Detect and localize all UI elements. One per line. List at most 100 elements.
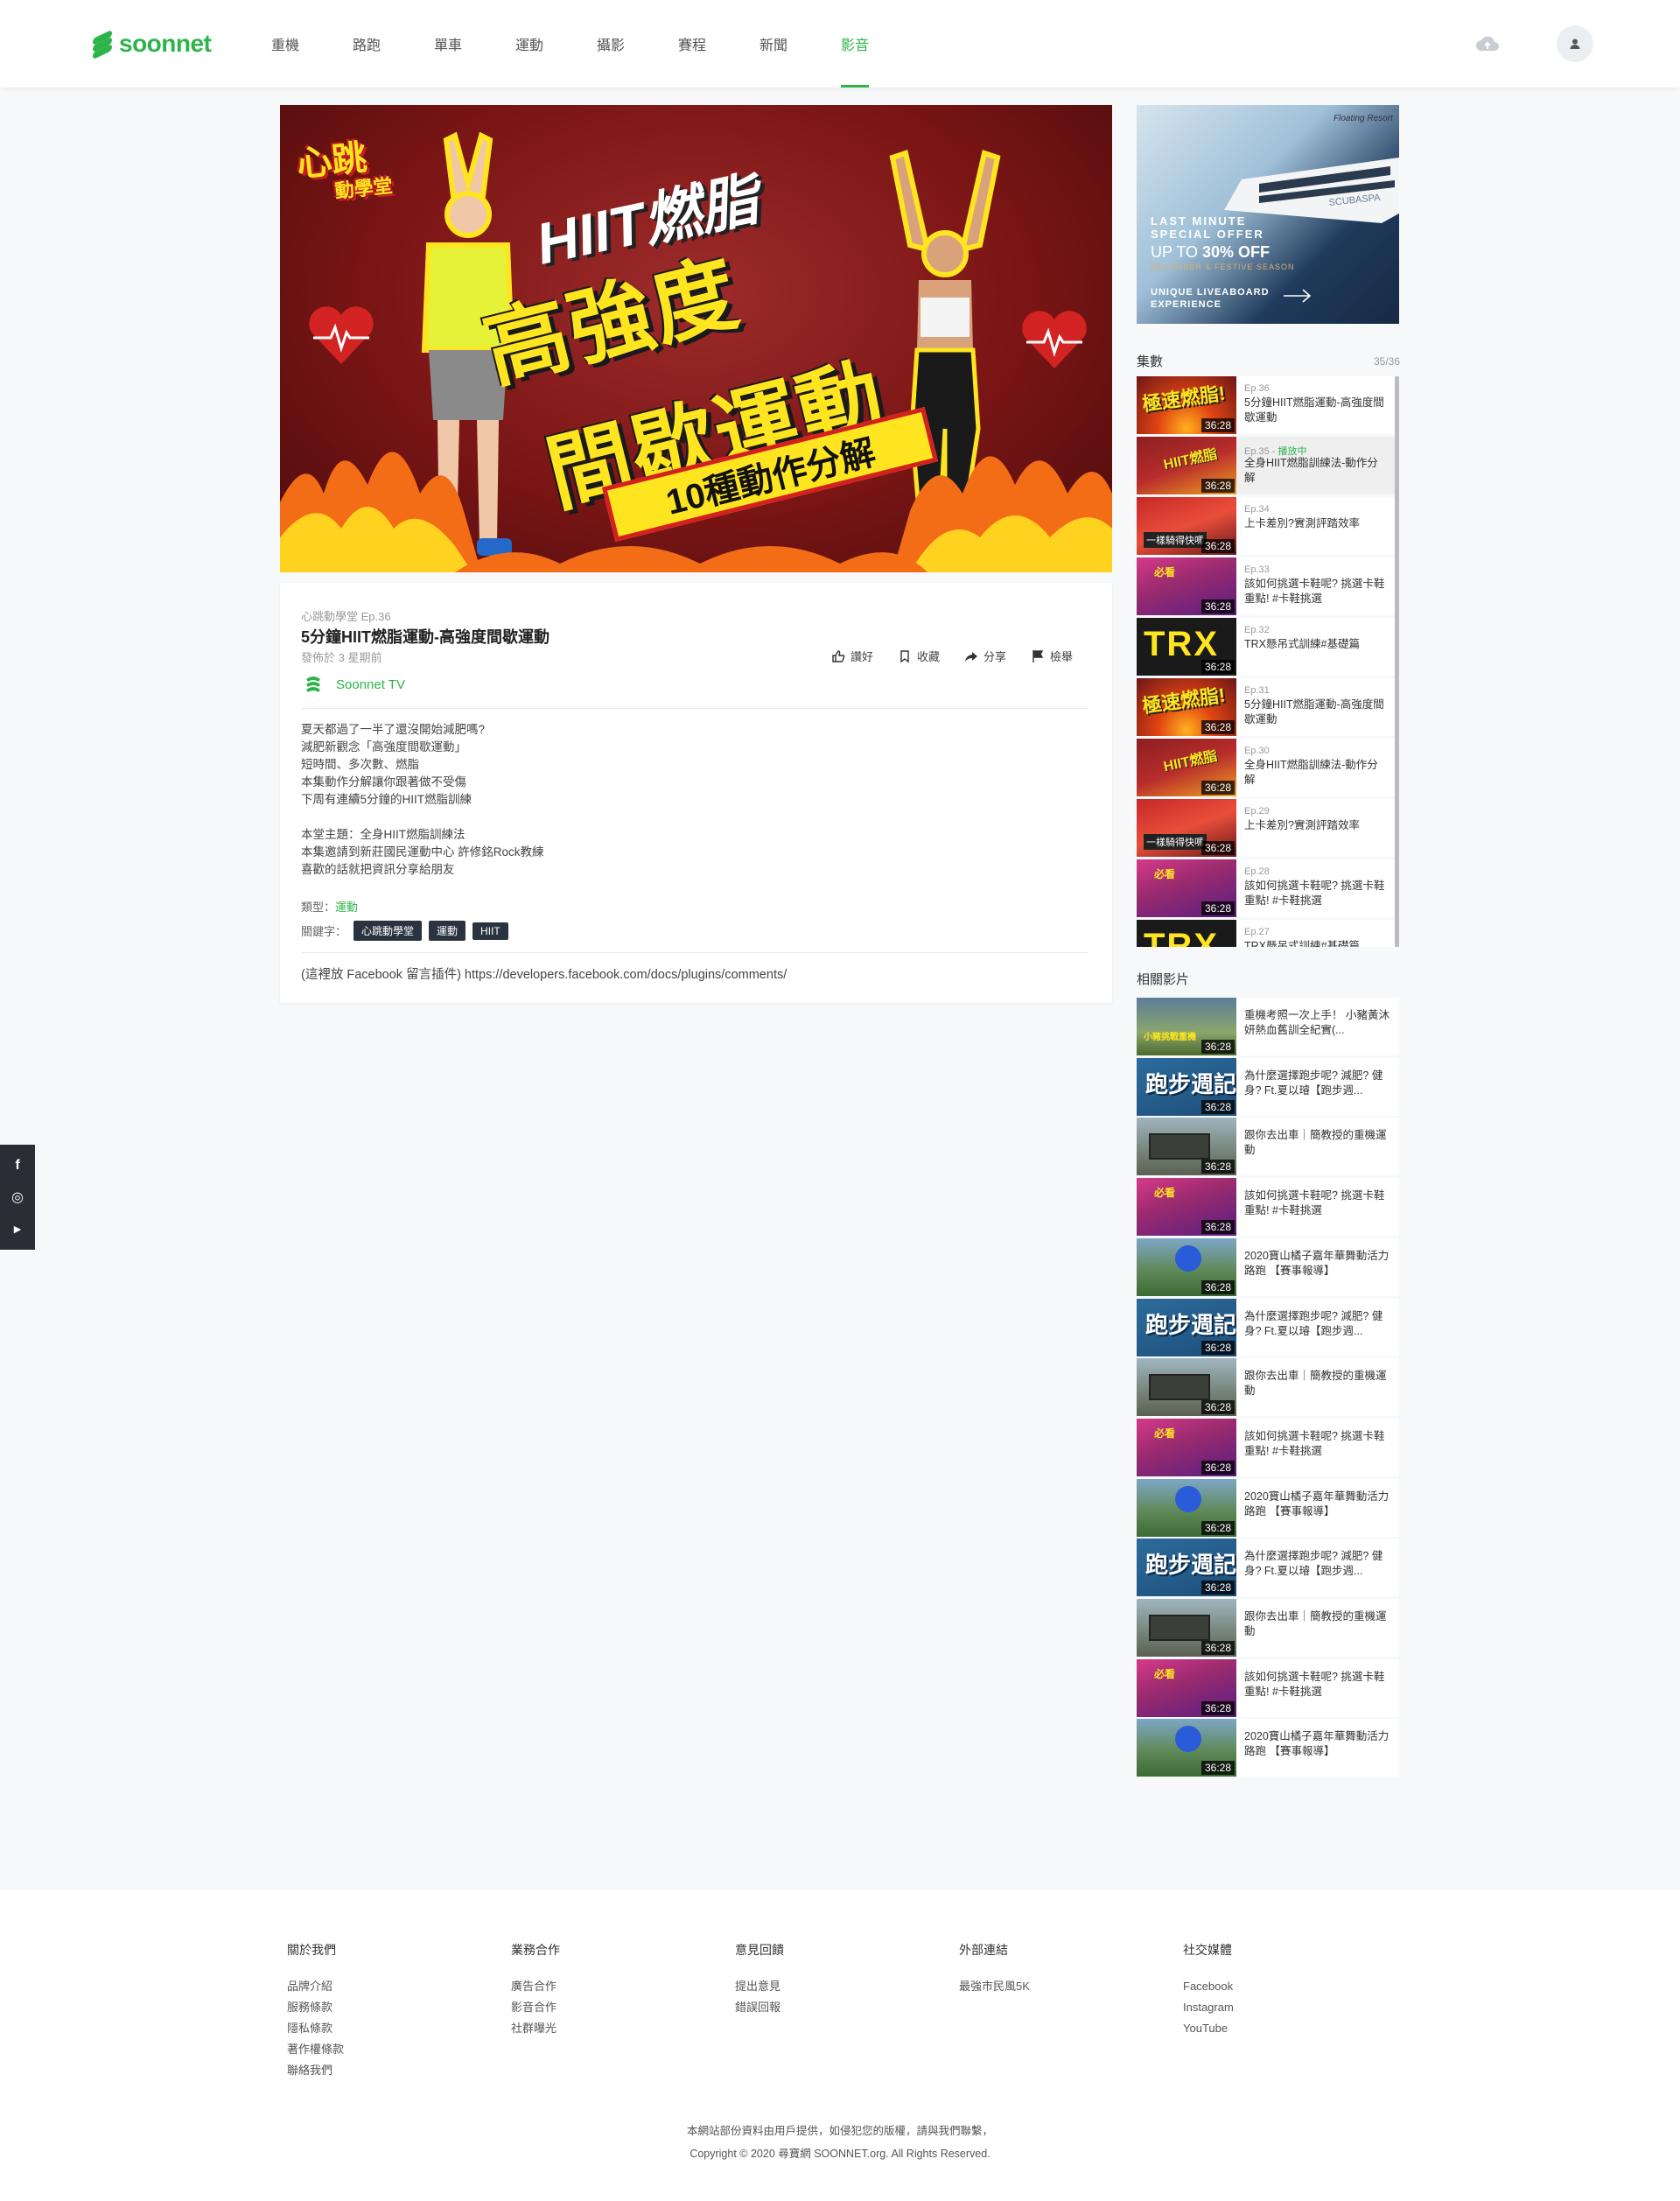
thumbnail-text: TRX — [1144, 927, 1219, 947]
ad-cta2: EXPERIENCE — [1151, 299, 1222, 310]
channel-link[interactable]: Soonnet TV — [301, 672, 405, 697]
series-label[interactable]: 心跳動學堂 Ep.36 — [301, 607, 391, 624]
episode-number: Ep.33 — [1244, 564, 1270, 575]
episode-number: Ep.30 — [1244, 746, 1270, 756]
footer-column: 意見回饋 提出意見 錯誤回報 — [735, 1941, 784, 2018]
share-button[interactable]: 分享 — [964, 648, 1006, 664]
footer-link[interactable]: 服務條款 — [287, 1997, 344, 2018]
logo-text: soonnet — [119, 30, 212, 57]
footer-link[interactable]: 隱私條款 — [287, 2018, 344, 2039]
nav-item-photography[interactable]: 攝影 — [597, 0, 678, 88]
episode-item[interactable]: 一樣騎得快嗎 36:28 Ep.29 上卡差別?實測評踏效率 — [1137, 799, 1395, 857]
save-button[interactable]: 收藏 — [898, 648, 940, 664]
like-button[interactable]: 讚好 — [831, 648, 873, 664]
cloud-upload-icon[interactable] — [1474, 32, 1501, 56]
related-video-item[interactable]: 36:28 2020寶山橘子嘉年華舞動活力路跑 【賽事報導】 — [1137, 1238, 1399, 1296]
divider — [301, 952, 1088, 953]
thumbnail-text: 極速燃脂! — [1140, 382, 1227, 416]
footer-link[interactable]: 著作權條款 — [287, 2039, 344, 2060]
tag-chip[interactable]: 運動 — [429, 921, 466, 941]
video-thumbnail: 必看 36:28 — [1137, 1659, 1236, 1717]
related-video-item[interactable]: 36:28 2020寶山橘子嘉年華舞動活力路跑 【賽事報導】 — [1137, 1479, 1399, 1537]
nav-item-schedule[interactable]: 賽程 — [678, 0, 760, 88]
footer-link[interactable]: 社群曝光 — [511, 2018, 560, 2039]
episode-item[interactable]: 極速燃脂! 36:28 Ep.31 5分鐘HIIT燃脂運動-高強度間歇運動 — [1137, 678, 1395, 736]
related-video-item[interactable]: 跑步週記 36:28 為什麼選擇跑步呢? 減肥? 健身? Ft.夏以璿【跑步週... — [1137, 1539, 1399, 1596]
youtube-icon[interactable]: ▶ — [9, 1220, 26, 1237]
user-avatar-button[interactable] — [1557, 25, 1593, 62]
like-label: 讚好 — [850, 650, 874, 663]
footer-link[interactable]: YouTube — [1183, 2018, 1234, 2039]
episode-scrollbar[interactable] — [1395, 376, 1399, 947]
footer-link[interactable]: 廣告合作 — [511, 1976, 560, 1997]
duration-badge: 36:28 — [1200, 1701, 1235, 1715]
ad-season: DECEMBER & FESTIVE SEASON — [1151, 263, 1295, 271]
footer-link[interactable]: 影音合作 — [511, 1997, 560, 2018]
related-video-item[interactable]: 36:28 2020寶山橘子嘉年華舞動活力路跑 【賽事報導】 — [1137, 1719, 1399, 1777]
episode-item[interactable]: HIIT燃脂 36:28 Ep.35 - 播放中 全身HIIT燃脂訓練法-動作分解 — [1137, 437, 1395, 494]
instagram-icon[interactable]: ◎ — [9, 1188, 26, 1206]
related-heading: 相關影片 — [1137, 972, 1190, 987]
facebook-icon[interactable]: f — [9, 1157, 26, 1174]
duration-badge: 36:28 — [1200, 1040, 1235, 1054]
related-video-item[interactable]: 必看 36:28 該如何挑選卡鞋呢? 挑選卡鞋重點! #卡鞋挑選 — [1137, 1178, 1399, 1236]
tags-label: 關鍵字： — [301, 925, 347, 938]
footer-link[interactable]: Facebook — [1183, 1976, 1234, 1997]
footer-column-heading: 關於我們 — [287, 1943, 336, 1957]
nav-item-news[interactable]: 新聞 — [760, 0, 841, 88]
episode-title: 該如何挑選卡鞋呢? 挑選卡鞋重點! #卡鞋挑選 — [1244, 578, 1385, 605]
related-video-item[interactable]: 小豬挑戰重機 36:28 重機考照一次上手！ 小豬黃沐妍熱血舊訓全紀實(... — [1137, 998, 1399, 1055]
footer-link[interactable]: 聯絡我們 — [287, 2060, 344, 2081]
duration-badge: 36:28 — [1200, 599, 1235, 613]
episode-item[interactable]: HIIT燃脂 36:28 Ep.30 全身HIIT燃脂訓練法-動作分解 — [1137, 739, 1395, 796]
related-video-item[interactable]: 36:28 跟你去出車｜簡教授的重機運動 — [1137, 1118, 1399, 1175]
video-thumbnail: HIIT燃脂 36:28 — [1137, 739, 1236, 796]
video-thumbnail: TRX36:28 — [1137, 920, 1236, 947]
video-thumbnail: 小豬挑戰重機 36:28 — [1137, 998, 1236, 1055]
episode-title: 該如何挑選卡鞋呢? 挑選卡鞋重點! #卡鞋挑選 — [1244, 880, 1385, 907]
nav-item-running[interactable]: 路跑 — [353, 0, 434, 88]
related-video-item[interactable]: 跑步週記 36:28 為什麼選擇跑步呢? 減肥? 健身? Ft.夏以璿【跑步週... — [1137, 1299, 1399, 1356]
footer-column: 外部連結 最強市民風5K — [959, 1941, 1030, 1997]
footer-link[interactable]: 品牌介紹 — [287, 1976, 344, 1997]
video-player[interactable]: 心跳 動學堂 HIIT燃脂 高強度 間歇運動 10種動作分解 — [280, 105, 1112, 572]
ad-offer-prefix: UP TO — [1151, 243, 1203, 261]
tag-chip[interactable]: HIIT — [472, 922, 508, 940]
footer-link[interactable]: 錯誤回報 — [735, 1997, 784, 2018]
duration-badge: 36:28 — [1200, 1521, 1235, 1535]
report-button[interactable]: 檢舉 — [1031, 648, 1073, 664]
footer-link[interactable]: 提出意見 — [735, 1976, 784, 1997]
tag-chip[interactable]: 心跳動學堂 — [354, 921, 423, 941]
footer-link[interactable]: 最強市民風5K — [959, 1976, 1030, 1997]
type-link[interactable]: 運動 — [335, 901, 358, 914]
related-video-item[interactable]: 必看 36:28 該如何挑選卡鞋呢? 挑選卡鞋重點! #卡鞋挑選 — [1137, 1659, 1399, 1717]
episode-item[interactable]: 必看 36:28 Ep.28 該如何挑選卡鞋呢? 挑選卡鞋重點! #卡鞋挑選 — [1137, 859, 1395, 917]
nav-item-heavy-motor[interactable]: 重機 — [271, 0, 353, 88]
site-logo[interactable]: soonnet — [91, 26, 212, 61]
thumbnail-text: 跑步週記 — [1145, 1312, 1236, 1338]
episode-item[interactable]: 必看 36:28 Ep.33 該如何挑選卡鞋呢? 挑選卡鞋重點! #卡鞋挑選 — [1137, 557, 1395, 615]
duration-badge: 36:28 — [1200, 479, 1235, 493]
share-label: 分享 — [984, 650, 1007, 663]
duration-badge: 36:28 — [1200, 1461, 1235, 1475]
footer-link[interactable]: Instagram — [1183, 1997, 1234, 2018]
footer-notice: 本網站部份資料由用戶提供，如侵犯您的版權，請與我們聯繫， — [686, 2125, 993, 2137]
nav-item-cycling[interactable]: 單車 — [434, 0, 515, 88]
episode-item[interactable]: TRX 36:28 Ep.32 TRX懸吊式訓練#基礎篇 — [1137, 618, 1395, 676]
ad-banner[interactable]: SCUBASPA Floating Resort LAST MINUTE SPEC… — [1137, 105, 1399, 324]
video-thumbnail: 跑步週記 36:28 — [1137, 1299, 1236, 1356]
related-video-item[interactable]: 跑步週記 36:28 為什麼選擇跑步呢? 減肥? 健身? Ft.夏以璿【跑步週... — [1137, 1058, 1399, 1116]
episode-item[interactable]: 一樣騎得快嗎 36:28 Ep.34 上卡差別?實測評踏效率 — [1137, 497, 1395, 555]
related-video-item[interactable]: 36:28 跟你去出車｜簡教授的重機運動 — [1137, 1599, 1399, 1657]
episode-number-text: Ep.33 — [1244, 564, 1270, 575]
nav-item-video[interactable]: 影音 — [841, 0, 922, 88]
related-video-item[interactable]: 36:28 跟你去出車｜簡教授的重機運動 — [1137, 1358, 1399, 1416]
nav-item-sports[interactable]: 運動 — [515, 0, 597, 88]
episode-item[interactable]: 極速燃脂! 36:28 Ep.36 5分鐘HIIT燃脂運動-高強度間歇運動 — [1137, 376, 1395, 434]
video-info-card: 心跳動學堂 Ep.36 5分鐘HIIT燃脂運動-高強度間歇運動 發佈於 3 星期… — [280, 583, 1112, 1003]
thumbnail-text: 一樣騎得快嗎 — [1144, 532, 1207, 548]
related-video-item[interactable]: 必看 36:28 該如何挑選卡鞋呢? 挑選卡鞋重點! #卡鞋挑選 — [1137, 1419, 1399, 1476]
thumbnail-text: 必看 — [1154, 868, 1176, 880]
type-label: 類型： — [301, 901, 336, 914]
episode-item[interactable]: TRX36:28 Ep.27 TRX懸吊式訓練#基礎篇 — [1137, 920, 1395, 947]
